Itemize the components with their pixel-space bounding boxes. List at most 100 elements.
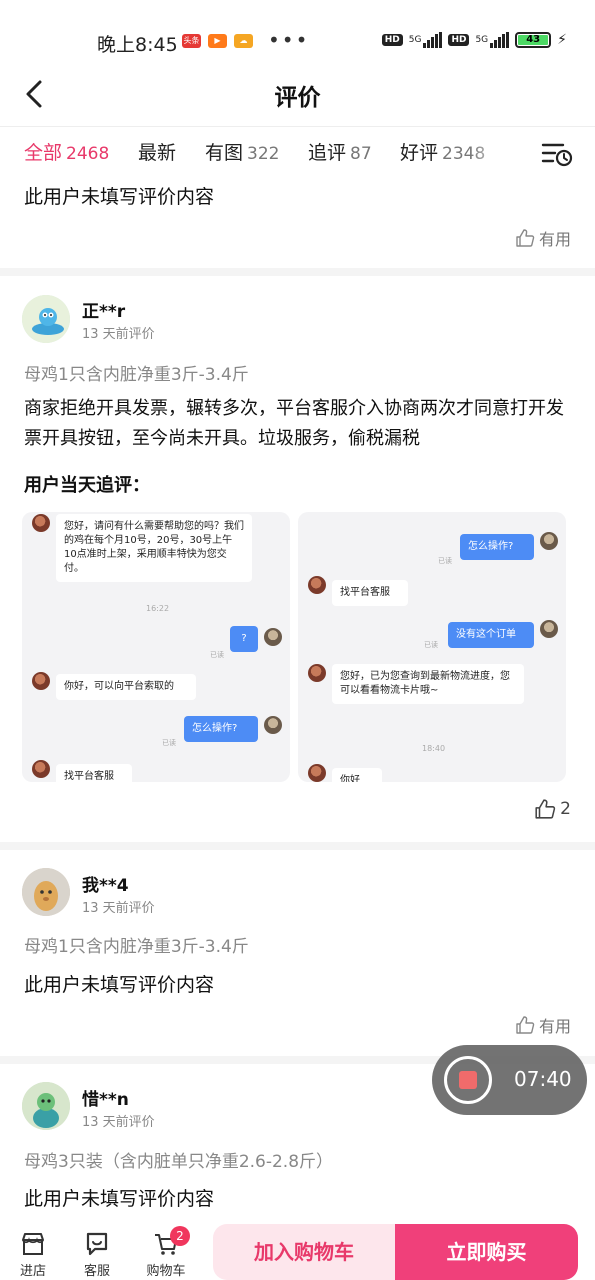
avatar[interactable] <box>22 1082 70 1130</box>
tab-followup-count: 87 <box>350 144 372 164</box>
tabs-fade <box>470 138 530 172</box>
read-status: 已读 <box>438 557 452 565</box>
review-image-1[interactable]: 您好，请问有什么需要帮助您的吗？我们的鸡在每个月10号，20号，30号上午10点… <box>22 512 290 782</box>
sort-time-icon <box>541 143 573 167</box>
stop-icon <box>459 1071 477 1089</box>
filter-bar: 全部 2468 最新 有图 322 追评 87 好评 2348 <box>0 138 595 172</box>
merchant-avatar <box>32 672 50 690</box>
review-image-2[interactable]: 已读 怎么操作? 找平台客服 已读 没有这个订单 您好，已为您查询到最新物流进度… <box>298 512 566 782</box>
store-button[interactable]: 进店 <box>13 1230 53 1279</box>
buy-now-button[interactable]: 立即购买 <box>395 1224 578 1280</box>
read-status: 已读 <box>162 739 176 747</box>
tab-all-count: 2468 <box>66 144 110 164</box>
tab-with-images-label: 有图 <box>205 142 244 164</box>
tab-latest[interactable]: 最新 <box>138 138 176 165</box>
tab-followup[interactable]: 追评 87 <box>308 138 372 165</box>
review-text: 此用户未填写评价内容 <box>24 186 215 208</box>
chat-message: ? <box>230 626 258 652</box>
section-separator <box>0 842 595 850</box>
avatar[interactable] <box>22 868 70 916</box>
read-status: 已读 <box>210 651 224 659</box>
user-name: 我**4 <box>82 876 129 896</box>
avatar-image <box>22 295 70 343</box>
useful-label: 有用 <box>538 1017 571 1036</box>
stop-recording-button[interactable] <box>444 1056 492 1104</box>
screen-recorder: 07:40 <box>432 1045 587 1115</box>
useful-button[interactable]: 有用 <box>515 1013 571 1037</box>
chat-service-icon <box>86 1232 108 1256</box>
merchant-avatar <box>308 576 326 594</box>
product-spec: 母鸡3只装（含内脏单只净重2.6-2.8斤） <box>24 1152 334 1172</box>
tab-all-label: 全部 <box>24 142 63 164</box>
merchant-avatar <box>32 514 50 532</box>
toutiao-badge: 头条 <box>182 34 201 48</box>
customer-service-button[interactable]: 客服 <box>77 1230 117 1279</box>
chat-timestamp: 16:22 <box>146 604 170 613</box>
charging-icon: ⚡ <box>557 32 567 48</box>
chat-timestamp: 18:40 <box>422 744 446 753</box>
cart-label: 购物车 <box>146 1264 186 1279</box>
signal-icon <box>423 32 443 48</box>
chat-message: 你好 <box>332 768 382 782</box>
cart-count-badge: 2 <box>170 1226 190 1246</box>
like-button[interactable]: 2 <box>534 798 571 820</box>
review-text: 此用户未填写评价内容 <box>24 1188 215 1210</box>
sort-filter-button[interactable] <box>541 140 573 168</box>
useful-label: 有用 <box>538 230 571 249</box>
tab-with-images[interactable]: 有图 322 <box>205 138 279 165</box>
chat-message: 您好，已为您查询到最新物流进度，您可以看看物流卡片哦~ <box>332 664 524 704</box>
review-time: 13 天前评价 <box>82 1115 155 1130</box>
bottom-bar: 进店 客服 购物车 2 加入购物车 立即购买 <box>0 1222 595 1280</box>
user-name: 惜**n <box>82 1090 129 1110</box>
store-icon <box>22 1233 44 1255</box>
useful-button[interactable]: 有用 <box>515 226 571 250</box>
tab-with-images-count: 322 <box>247 144 280 164</box>
section-separator <box>0 268 595 276</box>
status-time: 晚上8:45 <box>97 34 178 56</box>
review-text: 商家拒绝开具发票，辗转多次，平台客服介入协商两次才同意打开发票开具按钮，至今尚未… <box>24 398 564 449</box>
avatar-image <box>22 1082 70 1130</box>
review-time: 13 天前评价 <box>82 327 155 342</box>
merchant-avatar <box>32 760 50 778</box>
read-status: 已读 <box>424 641 438 649</box>
product-spec: 母鸡1只含内脏净重3斤-3.4斤 <box>24 365 249 385</box>
video-app-icon: ▶ <box>208 34 227 48</box>
tab-positive-label: 好评 <box>400 142 439 164</box>
status-indicators: HD 5G HD 5G 43 ⚡ <box>381 32 567 48</box>
chat-message: 你好，可以向平台索取的 <box>56 674 196 700</box>
thumbs-up-icon <box>535 799 556 819</box>
user-chat-avatar <box>264 716 282 734</box>
chat-message: 没有这个订单 <box>448 622 534 648</box>
user-chat-avatar <box>540 620 558 638</box>
avatar[interactable] <box>22 295 70 343</box>
merchant-avatar <box>308 764 326 782</box>
chat-message: 您好，请问有什么需要帮助您的吗？我们的鸡在每个月10号，20号，30号上午10点… <box>56 514 252 582</box>
page-title: 评价 <box>274 85 321 111</box>
like-count: 2 <box>560 799 571 819</box>
chat-message: 找平台客服 <box>332 580 408 606</box>
network-5g-label: 5G <box>408 35 422 45</box>
cart-button[interactable]: 购物车 2 <box>146 1226 190 1279</box>
user-chat-avatar <box>264 628 282 646</box>
user-chat-avatar <box>540 532 558 550</box>
followup-label: 用户当天追评： <box>24 475 150 496</box>
signal-icon-2 <box>490 32 510 48</box>
review-text: 此用户未填写评价内容 <box>24 974 215 996</box>
tab-latest-label: 最新 <box>138 142 177 164</box>
store-label: 进店 <box>19 1264 46 1279</box>
avatar-image <box>22 868 70 916</box>
review-time: 13 天前评价 <box>82 901 155 916</box>
more-notifications-icon: ••• <box>268 28 310 52</box>
nav-divider <box>0 126 595 127</box>
user-name: 正**r <box>82 302 126 322</box>
chat-message: 找平台客服 <box>56 764 132 782</box>
chat-message: 怎么操作? <box>184 716 258 742</box>
thumbs-up-icon <box>516 229 535 247</box>
cloud-app-icon: ☁ <box>234 34 253 48</box>
add-to-cart-button[interactable]: 加入购物车 <box>213 1224 395 1280</box>
battery-level: 43 <box>518 35 549 45</box>
thumbs-up-icon <box>516 1016 535 1034</box>
merchant-avatar <box>308 664 326 682</box>
chat-message: 怎么操作? <box>460 534 534 560</box>
tab-all[interactable]: 全部 2468 <box>24 138 109 165</box>
